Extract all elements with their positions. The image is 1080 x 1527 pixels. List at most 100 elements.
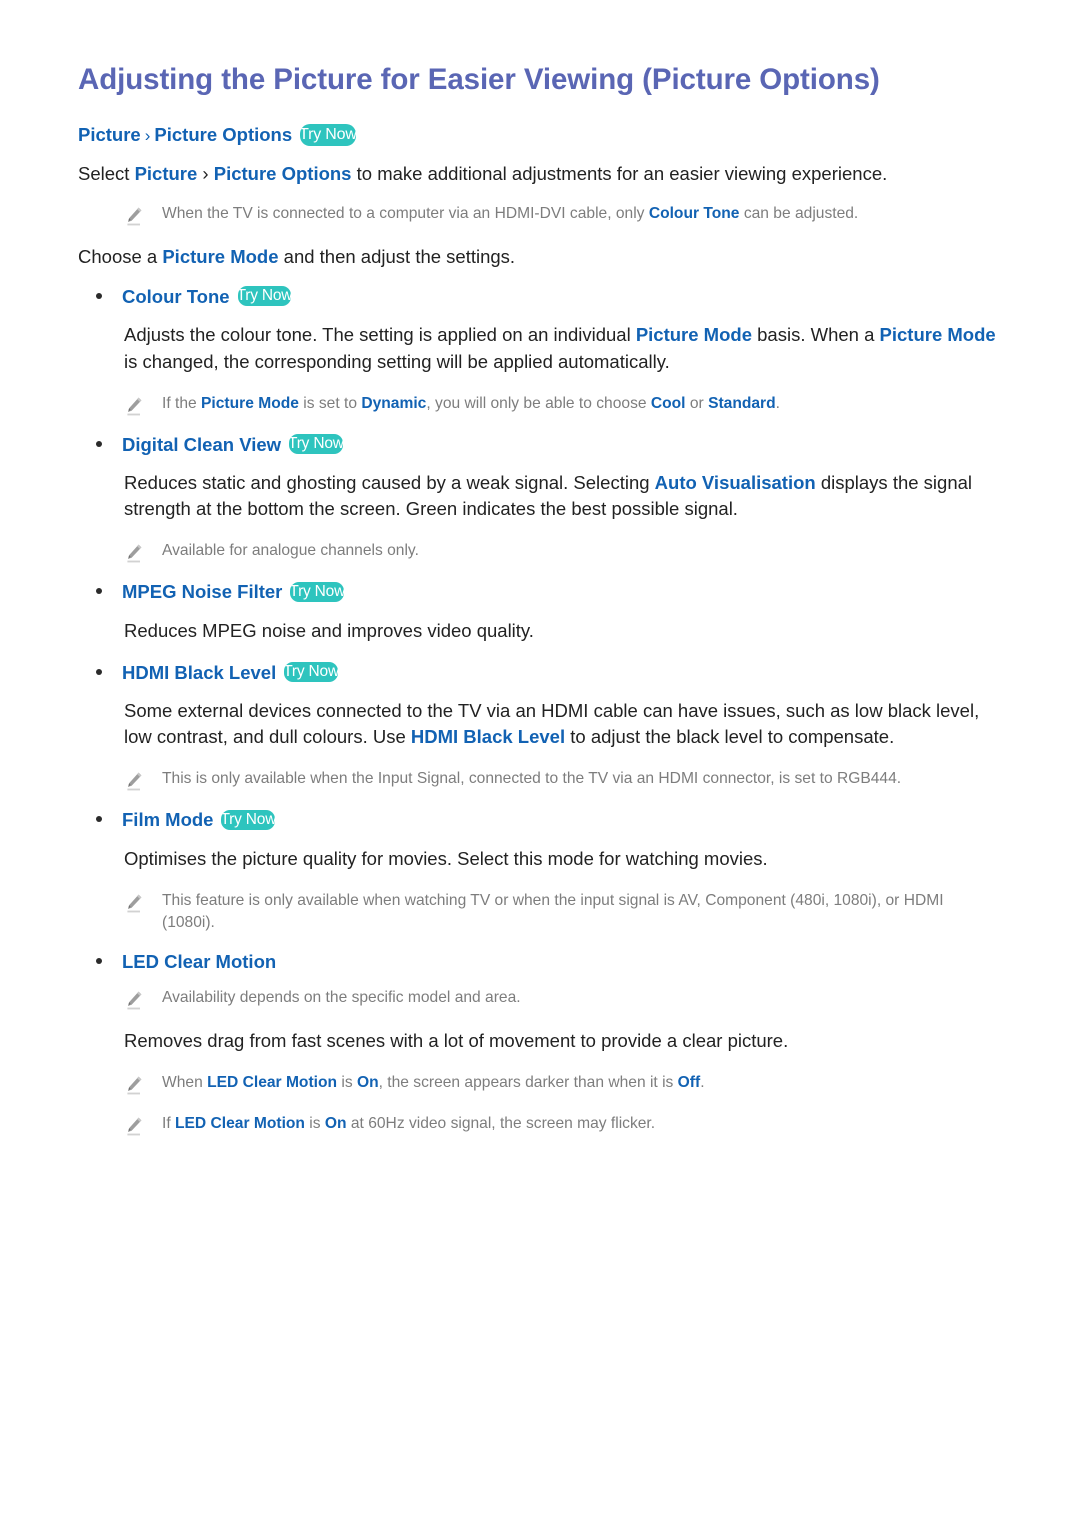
try-now-badge-label: Try Now <box>237 287 292 305</box>
intro-separator-icon: › <box>197 162 214 184</box>
digital-clean-view-note-1: Available for analogue channels only. <box>78 540 1000 565</box>
hdmi-black-level-paragraph-0: Some external devices connected to the T… <box>124 698 1000 751</box>
bullet-label-text: Film Mode <box>122 809 214 831</box>
mpeg-noise-filter-paragraph-0: Reduces MPEG noise and improves video qu… <box>124 618 1000 644</box>
bullet-dot-icon <box>96 958 102 965</box>
bullet-label-film-mode[interactable]: Film Mode Try Now <box>122 809 276 831</box>
bullet-label-text: HDMI Black Level <box>122 661 277 683</box>
led-clear-motion-note-0: Availability depends on the specific mod… <box>78 987 1000 1012</box>
note-intro-text: When the TV is connected to a computer v… <box>162 203 858 226</box>
bullet-label-hdmi-black-level[interactable]: HDMI Black Level Try Now <box>122 662 338 684</box>
help-document-page: Adjusting the Picture for Easier Viewing… <box>0 0 1080 1527</box>
colour-tone-paragraph-0: Adjusts the colour tone. The setting is … <box>124 322 1000 375</box>
led-clear-motion-n2-link-1[interactable]: LED Clear Motion <box>207 1074 337 1091</box>
bullet-dot-icon <box>96 816 102 823</box>
pencil-icon <box>124 1116 144 1138</box>
film-mode-paragraph-0: Optimises the picture quality for movies… <box>124 846 1000 872</box>
bullet-item-hdmi-black-level: HDMI Black Level Try Now <box>78 662 1000 684</box>
colour-tone-note-1: If the Picture Mode is set to Dynamic, y… <box>78 393 1000 418</box>
led-clear-motion-n2-text-4: , the screen appears darker than when it… <box>378 1074 678 1092</box>
hdmi-black-level-p0-link-1[interactable]: HDMI Black Level <box>411 726 565 747</box>
digital-clean-view-n1-text-0: Available for analogue channels only. <box>162 542 419 560</box>
option-section-led-clear-motion: LED Clear Motion Availability depends on … <box>78 951 1000 1138</box>
try-now-badge[interactable]: Try Now <box>237 286 292 307</box>
mpeg-noise-filter-p0-text-0: Reduces MPEG noise and improves video qu… <box>124 619 534 641</box>
led-clear-motion-note-text-3: If LED Clear Motion is On at 60Hz video … <box>162 1113 655 1136</box>
bullet-label-led-clear-motion[interactable]: LED Clear Motion <box>122 951 276 973</box>
bullet-item-digital-clean-view: Digital Clean View Try Now <box>78 434 1000 456</box>
intro-paragraph: Select Picture › Picture Options to make… <box>78 161 1000 187</box>
pencil-icon <box>124 543 144 565</box>
bullet-item-film-mode: Film Mode Try Now <box>78 809 1000 831</box>
film-mode-note-1: This feature is only available when watc… <box>78 890 1000 935</box>
bullet-item-mpeg-noise-filter: MPEG Noise Filter Try Now <box>78 581 1000 603</box>
try-now-badge[interactable]: Try Now <box>221 809 276 830</box>
note-intro-link-colour-tone[interactable]: Colour Tone <box>649 205 740 222</box>
bullet-label-colour-tone[interactable]: Colour Tone Try Now <box>122 286 292 308</box>
try-now-badge-label: Try Now <box>300 125 356 143</box>
breadcrumb-separator-icon: › <box>144 125 151 145</box>
digital-clean-view-p0-link-1[interactable]: Auto Visualisation <box>655 472 816 493</box>
film-mode-n1-text-0: This feature is only available when watc… <box>162 891 944 932</box>
bullet-dot-icon <box>96 588 102 595</box>
option-section-film-mode: Film Mode Try Now Optimises the picture qu… <box>78 809 1000 935</box>
intro-link-picture[interactable]: Picture <box>135 163 198 184</box>
led-clear-motion-n2-text-6: . <box>700 1074 705 1092</box>
choose-pre: Choose a <box>78 245 163 267</box>
bullet-label-digital-clean-view[interactable]: Digital Clean View Try Now <box>122 434 343 456</box>
page-title: Adjusting the Picture for Easier Viewing… <box>78 63 880 96</box>
bullet-dot-icon <box>96 293 102 300</box>
digital-clean-view-p0-text-0: Reduces static and ghosting caused by a … <box>124 471 655 493</box>
colour-tone-n1-link-3[interactable]: Dynamic <box>361 395 426 412</box>
pencil-icon <box>124 893 144 915</box>
try-now-badge-label: Try Now <box>221 810 276 828</box>
try-now-badge[interactable]: Try Now <box>290 581 345 602</box>
colour-tone-n1-link-1[interactable]: Picture Mode <box>201 395 299 412</box>
try-now-badge-label: Try Now <box>289 434 343 452</box>
bullet-dot-icon <box>96 668 102 675</box>
bullet-label-text: Digital Clean View <box>122 433 282 455</box>
breadcrumb-item-picture[interactable]: Picture <box>78 124 141 145</box>
breadcrumb: Picture › Picture Options Try Now <box>78 121 1000 149</box>
intro-tail: to make additional adjustments for an ea… <box>351 162 888 184</box>
film-mode-p0-text-0: Optimises the picture quality for movies… <box>124 847 768 869</box>
colour-tone-note-text-1: If the Picture Mode is set to Dynamic, y… <box>162 393 780 416</box>
colour-tone-p0-text-4: is changed, the corresponding setting wi… <box>124 350 670 372</box>
led-clear-motion-n2-link-3[interactable]: On <box>357 1074 379 1091</box>
intro-lead: Select <box>78 162 135 184</box>
colour-tone-n1-link-5[interactable]: Cool <box>651 395 686 412</box>
hdmi-black-level-n1-text-0: This is only available when the Input Si… <box>162 770 902 788</box>
colour-tone-p0-text-0: Adjusts the colour tone. The setting is … <box>124 324 636 346</box>
intro-link-picture-options[interactable]: Picture Options <box>214 163 352 184</box>
led-clear-motion-note-text-0: Availability depends on the specific mod… <box>162 987 521 1010</box>
colour-tone-p0-link-3[interactable]: Picture Mode <box>880 324 996 345</box>
breadcrumb-item-picture-options[interactable]: Picture Options <box>154 124 292 145</box>
led-clear-motion-note-2: When LED Clear Motion is On, the screen … <box>78 1072 1000 1097</box>
try-now-badge[interactable]: Try Now <box>289 433 343 454</box>
option-section-hdmi-black-level: HDMI Black Level Try Now Some external dev… <box>78 662 1000 794</box>
led-clear-motion-n3-link-3[interactable]: On <box>325 1115 347 1132</box>
choose-link-picture-mode[interactable]: Picture Mode <box>162 246 278 267</box>
pencil-icon <box>124 990 144 1012</box>
led-clear-motion-n3-text-0: If <box>162 1115 175 1133</box>
led-clear-motion-n2-text-2: is <box>337 1074 357 1092</box>
try-now-badge[interactable]: Try Now <box>300 123 356 146</box>
led-clear-motion-n3-link-1[interactable]: LED Clear Motion <box>175 1115 305 1132</box>
option-sections-list: Colour Tone Try Now Adjusts the colour ton… <box>78 286 1000 1138</box>
note-intro: When the TV is connected to a computer v… <box>78 203 1000 228</box>
colour-tone-n1-link-7[interactable]: Standard <box>708 395 776 412</box>
colour-tone-p0-link-1[interactable]: Picture Mode <box>636 324 752 345</box>
hdmi-black-level-note-text-1: This is only available when the Input Si… <box>162 768 901 791</box>
led-clear-motion-note-3: If LED Clear Motion is On at 60Hz video … <box>78 1113 1000 1138</box>
hdmi-black-level-note-1: This is only available when the Input Si… <box>78 768 1000 793</box>
choose-picture-mode-paragraph: Choose a Picture Mode and then adjust th… <box>78 244 1000 270</box>
hdmi-black-level-p0-text-2: to adjust the black level to compensate. <box>565 726 895 748</box>
bullet-label-mpeg-noise-filter[interactable]: MPEG Noise Filter Try Now <box>122 581 345 603</box>
note-intro-post: can be adjusted. <box>739 204 859 222</box>
try-now-badge-label: Try Now <box>284 662 338 680</box>
digital-clean-view-note-text-1: Available for analogue channels only. <box>162 540 419 563</box>
colour-tone-n1-text-4: , you will only be able to choose <box>426 394 651 412</box>
try-now-badge[interactable]: Try Now <box>284 661 338 682</box>
led-clear-motion-n2-link-5[interactable]: Off <box>678 1074 701 1091</box>
option-section-digital-clean-view: Digital Clean View Try Now Reduces static … <box>78 434 1000 566</box>
